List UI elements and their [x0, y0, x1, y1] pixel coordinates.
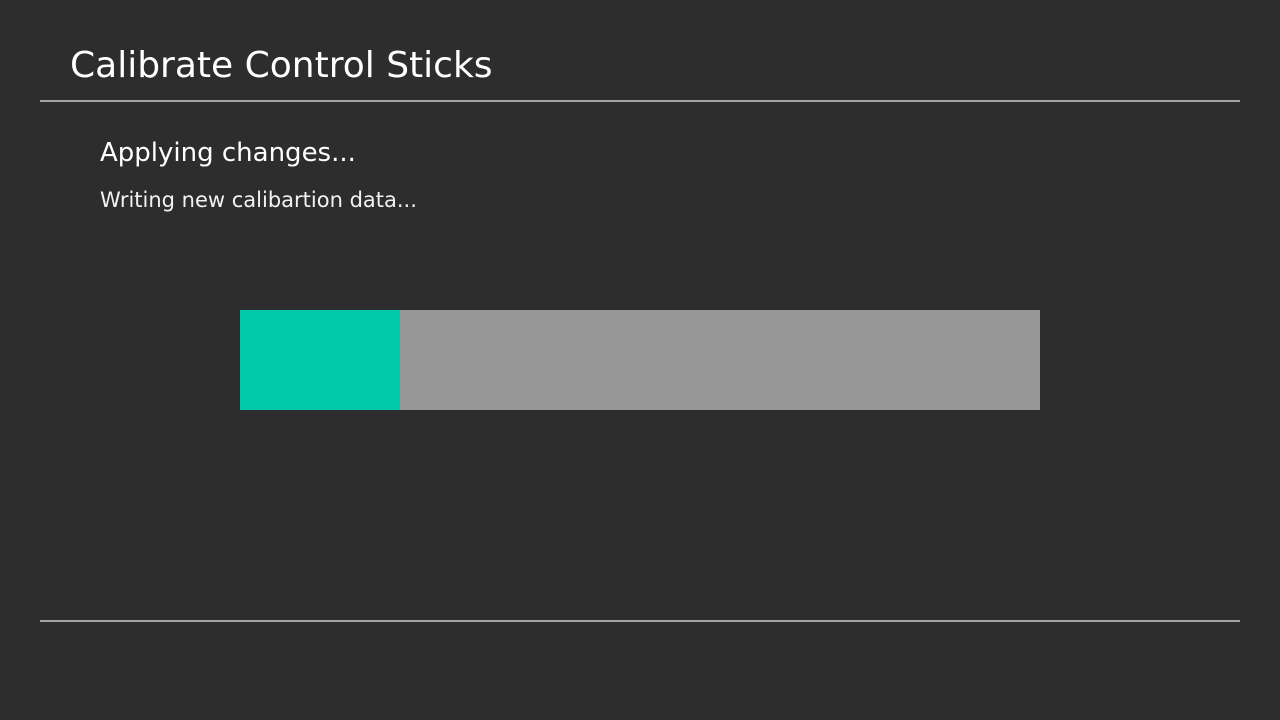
footer-divider	[40, 620, 1240, 622]
page-title: Calibrate Control Sticks	[70, 45, 493, 86]
calibration-screen: Calibrate Control Sticks Applying change…	[0, 0, 1280, 720]
header-divider	[40, 100, 1240, 102]
progress-bar-fill	[240, 310, 400, 410]
progress-bar	[240, 310, 1040, 410]
status-detail: Writing new calibartion data...	[100, 188, 417, 212]
status-heading: Applying changes...	[100, 138, 356, 168]
